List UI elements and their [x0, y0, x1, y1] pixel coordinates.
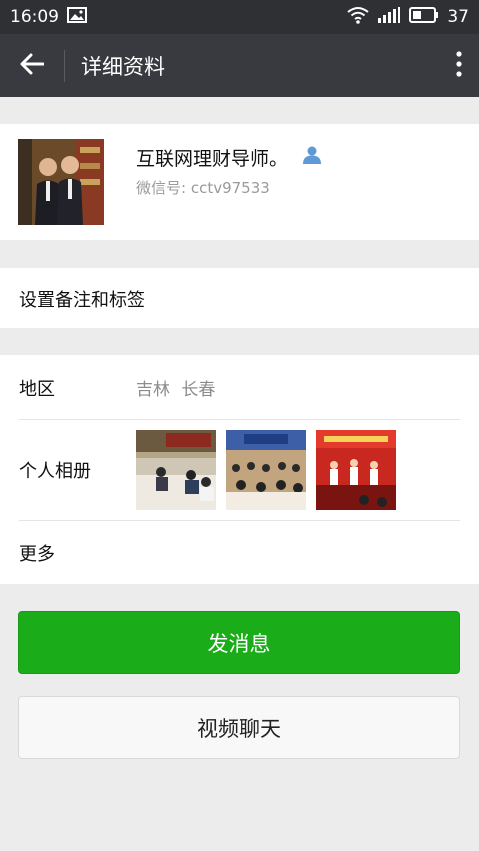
- battery-icon: [409, 6, 439, 28]
- region-label: 地区: [19, 379, 55, 400]
- region-value: 吉林 长春: [136, 380, 216, 400]
- wechat-id: 微信号: cctv97533: [136, 179, 270, 197]
- divider: [19, 520, 460, 521]
- page-title: 详细资料: [81, 54, 165, 79]
- status-bar: 16:09 37: [0, 0, 479, 34]
- battery-level: 37: [447, 7, 469, 27]
- remark-row[interactable]: 设置备注和标签: [0, 268, 479, 328]
- avatar[interactable]: [18, 139, 104, 225]
- name-row: 互联网理财导师。: [136, 144, 322, 171]
- back-button[interactable]: [0, 34, 64, 97]
- album-label: 个人相册: [19, 461, 91, 482]
- album-thumb-3[interactable]: [316, 430, 396, 510]
- profile-card: 互联网理财导师。 微信号: cctv97533: [0, 124, 479, 240]
- back-arrow-icon: [20, 53, 45, 79]
- image-icon: [67, 6, 87, 28]
- contact-icon: [302, 146, 322, 169]
- album-thumb-1[interactable]: [136, 430, 216, 510]
- profile-name: 互联网理财导师。: [136, 148, 289, 170]
- more-vert-icon: [456, 50, 462, 81]
- video-chat-button[interactable]: 视频聊天: [18, 696, 460, 759]
- info-card: 地区 吉林 长春 个人相册 更多: [0, 355, 479, 584]
- album-thumb-2[interactable]: [226, 430, 306, 510]
- send-message-button[interactable]: 发消息: [18, 611, 460, 674]
- app-bar: 详细资料: [0, 34, 479, 97]
- divider: [19, 419, 460, 420]
- more-button[interactable]: [439, 34, 479, 97]
- status-time: 16:09: [10, 7, 59, 27]
- appbar-divider: [64, 49, 65, 82]
- signal-icon: [377, 6, 401, 28]
- remark-label: 设置备注和标签: [19, 290, 145, 311]
- wifi-icon: [347, 6, 369, 29]
- more-label: 更多: [19, 544, 55, 565]
